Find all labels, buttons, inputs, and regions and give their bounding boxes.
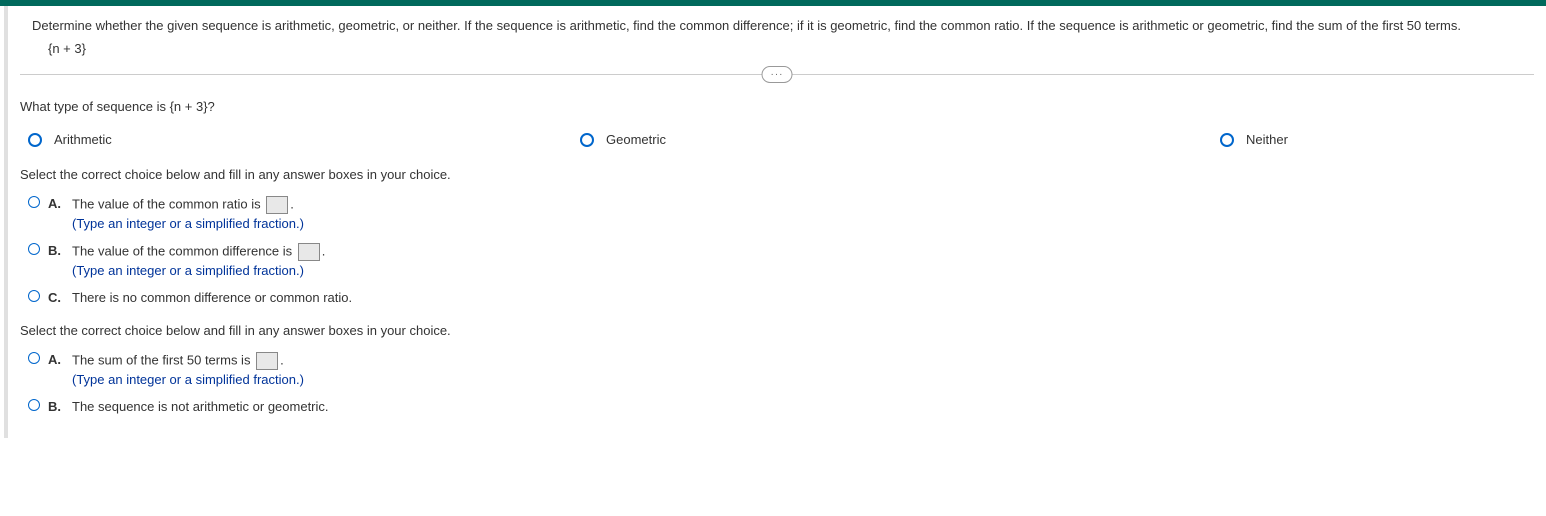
choice-text-before: The value of the common difference is — [72, 243, 296, 258]
option-arithmetic[interactable]: Arithmetic — [20, 132, 580, 147]
choice-letter: B. — [48, 243, 66, 258]
choice-text-before: The value of the common ratio is — [72, 196, 264, 211]
part3-choice-b[interactable]: B. The sequence is not arithmetic or geo… — [20, 399, 1534, 414]
radio-icon — [28, 243, 40, 255]
choice-text-after: . — [280, 352, 284, 367]
question-prompt: Determine whether the given sequence is … — [20, 18, 1534, 33]
radio-icon — [28, 352, 40, 364]
common-difference-input[interactable] — [298, 243, 320, 261]
radio-icon — [28, 399, 40, 411]
choice-text-after: . — [290, 196, 294, 211]
part1-question: What type of sequence is {n + 3}? — [20, 99, 1534, 114]
choice-letter: B. — [48, 399, 66, 414]
choice-hint: (Type an integer or a simplified fractio… — [72, 372, 1534, 387]
part3-choice-a[interactable]: A. The sum of the first 50 terms is . (T… — [20, 352, 1534, 387]
radio-icon — [28, 196, 40, 208]
sum-input[interactable] — [256, 352, 278, 370]
radio-icon — [28, 133, 42, 147]
option-label: Geometric — [606, 132, 666, 147]
option-geometric[interactable]: Geometric — [580, 132, 1220, 147]
option-neither[interactable]: Neither — [1220, 132, 1288, 147]
common-ratio-input[interactable] — [266, 196, 288, 214]
choice-text: The sequence is not arithmetic or geomet… — [72, 399, 329, 414]
choice-text: There is no common difference or common … — [72, 290, 352, 305]
section-divider: ··· — [20, 74, 1534, 75]
part2-instruction: Select the correct choice below and fill… — [20, 167, 1534, 182]
radio-icon — [580, 133, 594, 147]
choice-letter: A. — [48, 196, 66, 211]
option-label: Neither — [1246, 132, 1288, 147]
choice-letter: C. — [48, 290, 66, 305]
choice-letter: A. — [48, 352, 66, 367]
option-label: Arithmetic — [54, 132, 112, 147]
sequence-expression: {n + 3} — [20, 41, 1534, 56]
part2-choice-a[interactable]: A. The value of the common ratio is . (T… — [20, 196, 1534, 231]
choice-hint: (Type an integer or a simplified fractio… — [72, 263, 1534, 278]
choice-hint: (Type an integer or a simplified fractio… — [72, 216, 1534, 231]
radio-icon — [1220, 133, 1234, 147]
question-content: Determine whether the given sequence is … — [4, 6, 1546, 438]
choice-text-after: . — [322, 243, 326, 258]
choice-text-before: The sum of the first 50 terms is — [72, 352, 254, 367]
radio-icon — [28, 290, 40, 302]
sequence-type-options: Arithmetic Geometric Neither — [20, 132, 1534, 147]
part3-instruction: Select the correct choice below and fill… — [20, 323, 1534, 338]
part2-choice-c[interactable]: C. There is no common difference or comm… — [20, 290, 1534, 305]
part2-choice-b[interactable]: B. The value of the common difference is… — [20, 243, 1534, 278]
expand-button[interactable]: ··· — [762, 66, 793, 83]
